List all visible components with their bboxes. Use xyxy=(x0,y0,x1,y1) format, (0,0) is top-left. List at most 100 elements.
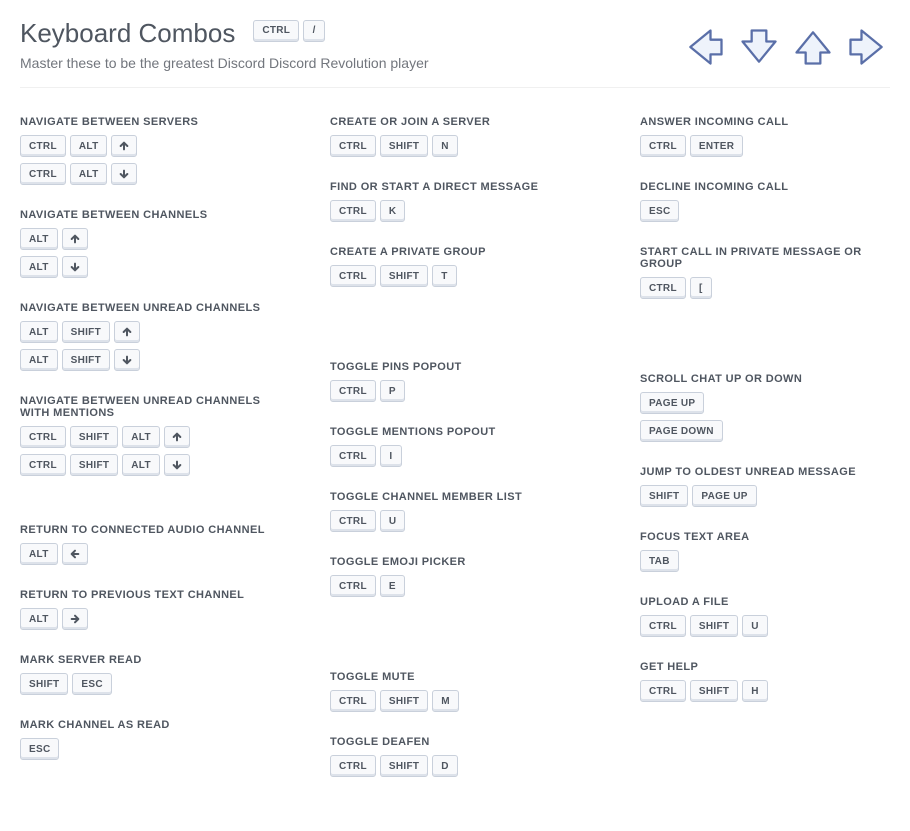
combo-title: MARK CHANNEL AS READ xyxy=(20,719,270,731)
key-row: CTRLALT xyxy=(20,163,270,185)
key-t: T xyxy=(432,265,456,287)
key-row: ALT xyxy=(20,228,270,250)
key-row: SHIFTESC xyxy=(20,673,270,695)
key-u: U xyxy=(380,510,406,532)
key-↑ xyxy=(114,321,140,343)
key-row: ALTSHIFT xyxy=(20,321,270,343)
key-page-up: PAGE UP xyxy=(640,392,704,414)
key-i: I xyxy=(380,445,402,467)
key-m: M xyxy=(432,690,459,712)
combo-group: FIND OR START A DIRECT MESSAGE CTRLK xyxy=(330,181,580,228)
header: Keyboard Combos CTRL/ Master these to be… xyxy=(20,0,890,88)
key-ctrl: CTRL xyxy=(330,265,376,287)
key-/: / xyxy=(303,20,325,42)
key-esc: ESC xyxy=(640,200,679,222)
combo-title: NAVIGATE BETWEEN UNREAD CHANNELS WITH ME… xyxy=(20,395,270,419)
combo-title: TOGGLE MENTIONS POPOUT xyxy=(330,426,580,438)
key-shift: SHIFT xyxy=(380,755,428,777)
arrow-up-icon xyxy=(790,24,836,70)
combo-group: GET HELPCTRLSHIFTH xyxy=(640,661,890,708)
combo-group: JUMP TO OLDEST UNREAD MESSAGE SHIFTPAGE U… xyxy=(640,466,890,513)
ddr-arrows xyxy=(682,18,890,70)
combo-title: TOGGLE MUTE xyxy=(330,671,580,683)
combo-title: NAVIGATE BETWEEN SERVERS xyxy=(20,116,270,128)
key-esc: ESC xyxy=(72,673,111,695)
key-ctrl: CTRL xyxy=(20,426,66,448)
combo-group: TOGGLE DEAFEN CTRLSHIFTD xyxy=(330,736,580,783)
combo-group: DECLINE INCOMING CALL ESC xyxy=(640,181,890,228)
key-ctrl: CTRL xyxy=(640,277,686,299)
combo-group: TOGGLE EMOJI PICKERCTRLE xyxy=(330,556,580,603)
key-→ xyxy=(62,608,88,630)
key-n: N xyxy=(432,135,458,157)
key-h: H xyxy=(742,680,768,702)
key-ctrl: CTRL xyxy=(330,445,376,467)
key-ctrl: CTRL xyxy=(330,200,376,222)
key-ctrl: CTRL xyxy=(640,135,686,157)
combo-group: START CALL IN PRIVATE MESSAGE OR GROUP CT… xyxy=(640,246,890,305)
combo-group: UPLOAD A FILECTRLSHIFTU xyxy=(640,596,890,643)
key-row: CTRLK xyxy=(330,200,580,222)
key-[: [ xyxy=(690,277,712,299)
combo-title: MARK SERVER READ xyxy=(20,654,270,666)
arrow-down-icon xyxy=(736,24,782,70)
key-row: CTRLP xyxy=(330,380,580,402)
combo-group: NAVIGATE BETWEEN UNREAD CHANNELS WITH ME… xyxy=(20,395,270,482)
key-page-up: PAGE UP xyxy=(692,485,756,507)
key-shift: SHIFT xyxy=(20,673,68,695)
key-alt: ALT xyxy=(20,349,58,371)
key-row: PAGE UP xyxy=(640,392,890,414)
combo-group: SCROLL CHAT UP OR DOWNPAGE UPPAGE DOWN xyxy=(640,373,890,448)
key-↑ xyxy=(111,135,137,157)
key-shift: SHIFT xyxy=(690,680,738,702)
key-shift: SHIFT xyxy=(70,454,118,476)
combo-title: ANSWER INCOMING CALL xyxy=(640,116,890,128)
combo-title: TOGGLE EMOJI PICKER xyxy=(330,556,580,568)
combo-group: ANSWER INCOMING CALL CTRLENTER xyxy=(640,116,890,163)
combo-group: NAVIGATE BETWEEN SERVERS CTRLALT CTRLALT xyxy=(20,116,270,191)
combo-title: UPLOAD A FILE xyxy=(640,596,890,608)
combo-title: FIND OR START A DIRECT MESSAGE xyxy=(330,181,580,193)
shortcut-columns: NAVIGATE BETWEEN SERVERSCTRLALTCTRLALTNA… xyxy=(20,116,890,801)
key-esc: ESC xyxy=(20,738,59,760)
combo-title: FOCUS TEXT AREA xyxy=(640,531,890,543)
combo-title: START CALL IN PRIVATE MESSAGE OR GROUP xyxy=(640,246,890,270)
key-ctrl: CTRL xyxy=(20,454,66,476)
key-row: CTRLSHIFTALT xyxy=(20,454,270,476)
key-row: CTRLALT xyxy=(20,135,270,157)
key-page-down: PAGE DOWN xyxy=(640,420,723,442)
page-subtitle: Master these to be the greatest Discord … xyxy=(20,55,429,71)
combo-title: GET HELP xyxy=(640,661,890,673)
combo-title: JUMP TO OLDEST UNREAD MESSAGE xyxy=(640,466,890,478)
key-u: U xyxy=(742,615,768,637)
key-row: CTRLSHIFTD xyxy=(330,755,580,777)
combo-title: DECLINE INCOMING CALL xyxy=(640,181,890,193)
combo-group: TOGGLE PINS POPOUTCTRLP xyxy=(330,361,580,408)
key-row: ALT xyxy=(20,608,270,630)
key-alt: ALT xyxy=(20,321,58,343)
combo-title: NAVIGATE BETWEEN CHANNELS xyxy=(20,209,270,221)
key-enter: ENTER xyxy=(690,135,743,157)
combo-group: FOCUS TEXT AREATAB xyxy=(640,531,890,578)
key-shift: SHIFT xyxy=(380,690,428,712)
combo-group: MARK CHANNEL AS READ ESC xyxy=(20,719,270,766)
key-shift: SHIFT xyxy=(640,485,688,507)
combo-group: NAVIGATE BETWEEN CHANNELSALTALT xyxy=(20,209,270,284)
key-ctrl: CTRL xyxy=(330,575,376,597)
key-alt: ALT xyxy=(122,426,160,448)
key-row: CTRLSHIFTM xyxy=(330,690,580,712)
combo-group: RETURN TO PREVIOUS TEXT CHANNELALT xyxy=(20,589,270,636)
key-row: CTRLI xyxy=(330,445,580,467)
combo-group: TOGGLE MUTE CTRLSHIFTM xyxy=(330,671,580,718)
combo-group: NAVIGATE BETWEEN UNREAD CHANNELSALTSHIFT… xyxy=(20,302,270,377)
combo-group: TOGGLE MENTIONS POPOUT CTRLI xyxy=(330,426,580,473)
page-title: Keyboard Combos xyxy=(20,18,235,49)
key-row: ALTSHIFT xyxy=(20,349,270,371)
combo-title: TOGGLE DEAFEN xyxy=(330,736,580,748)
key-ctrl: CTRL xyxy=(253,20,299,42)
arrow-left-icon xyxy=(682,24,728,70)
combo-group: CREATE OR JOIN A SERVERCTRLSHIFTN xyxy=(330,116,580,163)
key-ctrl: CTRL xyxy=(330,510,376,532)
key-alt: ALT xyxy=(20,228,58,250)
key-↓ xyxy=(114,349,140,371)
